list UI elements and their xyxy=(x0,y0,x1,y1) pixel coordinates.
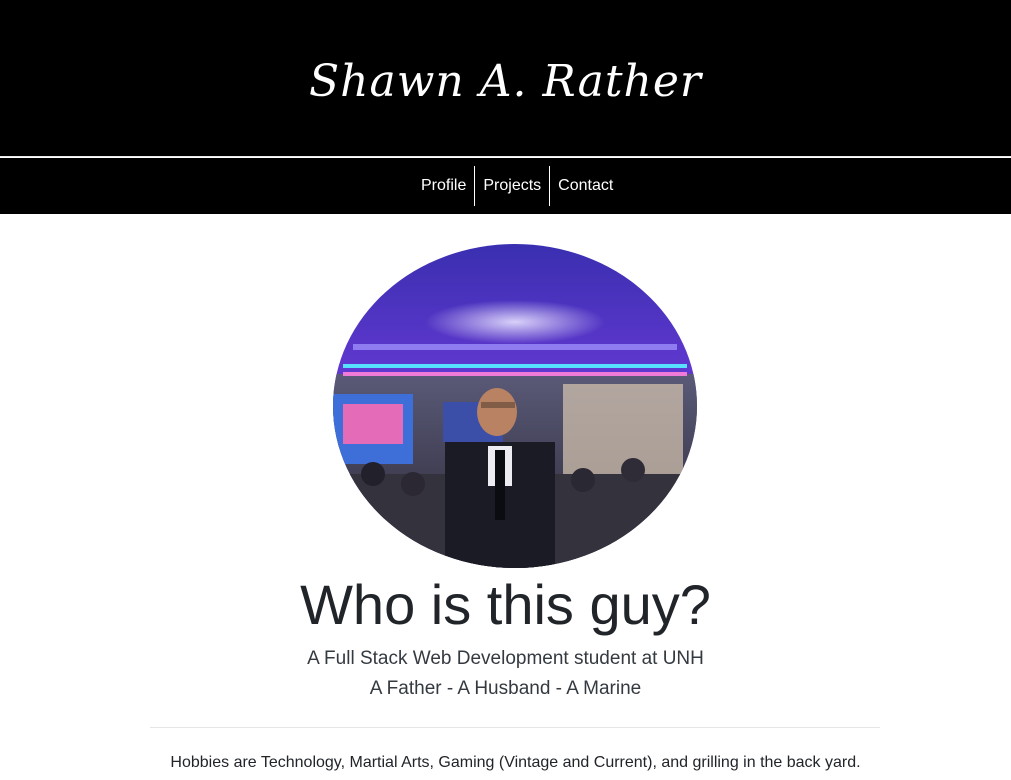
nav-item-profile[interactable]: Profile xyxy=(413,166,474,206)
lead-line-2: A Father - A Husband - A Marine xyxy=(369,678,642,699)
section-divider xyxy=(150,727,880,728)
hobbies-text: Hobbies are Technology, Martial Arts, Ga… xyxy=(170,754,861,771)
page-headline: Who is this guy? xyxy=(300,573,711,636)
site-title: Shawn A. Rather xyxy=(309,56,702,107)
main-nav: Profile Projects Contact xyxy=(0,158,1011,214)
nav-item-contact[interactable]: Contact xyxy=(550,166,621,206)
site-header: Shawn A. Rather xyxy=(0,0,1011,157)
lead-line-1: A Full Stack Web Development student at … xyxy=(307,648,704,669)
nav-list: Profile Projects Contact xyxy=(413,166,621,206)
profile-photo xyxy=(333,244,697,568)
profile-photo-image xyxy=(333,244,697,568)
nav-item-projects[interactable]: Projects xyxy=(475,166,549,206)
